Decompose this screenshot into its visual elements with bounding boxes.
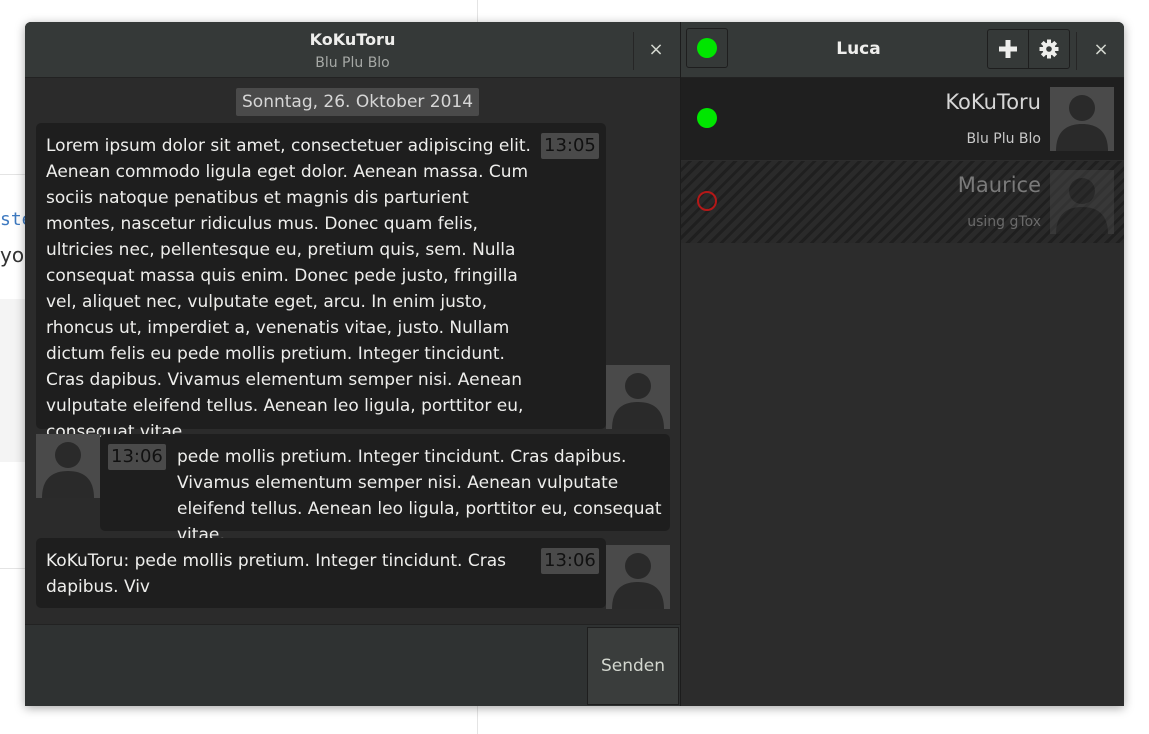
header-button-group xyxy=(987,29,1070,69)
online-status-icon xyxy=(697,108,717,128)
message-time: 13:06 xyxy=(108,444,166,470)
plus-icon xyxy=(999,40,1017,58)
header-separator xyxy=(1076,32,1077,70)
contact-item[interactable]: Maurice using gTox xyxy=(681,161,1124,243)
avatar-icon xyxy=(1050,87,1114,151)
background-rule xyxy=(0,568,25,569)
message-text: KoKuToru: pede mollis pretium. Integer t… xyxy=(46,551,506,597)
contact-item[interactable]: KoKuToru Blu Plu Blo xyxy=(681,78,1124,160)
contact-status: using gTox xyxy=(967,214,1041,230)
header-separator xyxy=(633,32,634,70)
avatar-icon xyxy=(606,365,670,429)
settings-button[interactable] xyxy=(1029,30,1069,68)
message-bubble: Lorem ipsum dolor sit amet, consectetuer… xyxy=(36,123,606,442)
chat-close-button[interactable]: × xyxy=(640,38,672,62)
avatar-icon xyxy=(606,545,670,609)
message-text: pede mollis pretium. Integer tincidunt. … xyxy=(177,447,662,545)
chat-contact-name: KoKuToru xyxy=(309,30,396,49)
contacts-header: Luca × xyxy=(681,22,1124,78)
message-bubble: KoKuToru: pede mollis pretium. Integer t… xyxy=(36,538,606,608)
avatar-icon xyxy=(1050,170,1114,234)
gear-icon xyxy=(1039,39,1059,59)
offline-status-icon xyxy=(697,191,717,211)
background-rule xyxy=(0,174,25,175)
date-separator: Sonntag, 26. Oktober 2014 xyxy=(236,88,480,116)
user-name: Luca xyxy=(836,39,881,59)
send-button[interactable]: Senden xyxy=(587,627,679,705)
chat-pane: KoKuToru Blu Plu Blo × Sonntag, 26. Okto… xyxy=(25,22,680,706)
message-time: 13:05 xyxy=(541,133,599,159)
contact-name: KoKuToru xyxy=(945,90,1041,114)
message-input-area: Senden xyxy=(25,624,680,706)
background-panel xyxy=(0,299,25,462)
message-list[interactable]: Sonntag, 26. Oktober 2014 Lorem ipsum do… xyxy=(25,78,680,624)
gtox-window: KoKuToru Blu Plu Blo × Sonntag, 26. Okto… xyxy=(25,22,1124,706)
add-contact-button[interactable] xyxy=(988,30,1029,68)
contact-name: Maurice xyxy=(957,173,1041,197)
chat-contact-status: Blu Plu Blo xyxy=(315,55,390,71)
chat-header: KoKuToru Blu Plu Blo × xyxy=(25,22,680,78)
contacts-pane: Luca × KoKuToru Blu Plu Blo Maurice usin… xyxy=(681,22,1124,706)
message-time: 13:06 xyxy=(541,548,599,574)
contacts-close-button[interactable]: × xyxy=(1085,38,1117,62)
message-bubble: 13:06 pede mollis pretium. Integer tinci… xyxy=(100,434,670,545)
message-text: Lorem ipsum dolor sit amet, consectetuer… xyxy=(46,136,531,442)
avatar-icon xyxy=(36,434,100,498)
message-input[interactable] xyxy=(25,626,586,706)
contact-status: Blu Plu Blo xyxy=(966,131,1041,147)
